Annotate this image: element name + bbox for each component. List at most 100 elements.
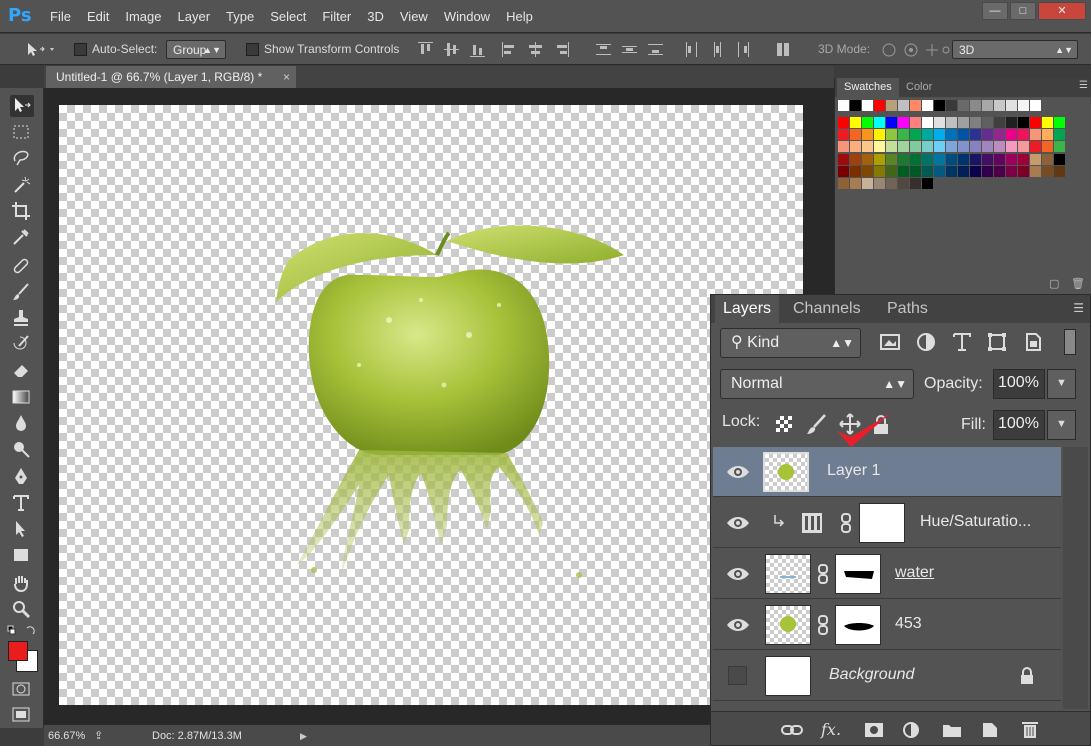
swatch[interactable] xyxy=(1042,117,1053,128)
document-tab[interactable]: Untitled-1 @ 66.7% (Layer 1, RGB/8) * × xyxy=(46,66,296,88)
swatch[interactable] xyxy=(946,165,957,177)
swatch[interactable] xyxy=(850,129,861,141)
swatch[interactable] xyxy=(922,129,933,141)
swatch[interactable] xyxy=(910,153,921,165)
swatch[interactable] xyxy=(994,141,1005,153)
visibility-toggle-off[interactable] xyxy=(728,666,747,685)
swatch[interactable] xyxy=(970,153,981,165)
swatch[interactable] xyxy=(958,100,969,111)
swatch[interactable] xyxy=(898,100,909,111)
eye-icon[interactable] xyxy=(719,610,757,640)
default-colors-icon[interactable] xyxy=(7,625,37,637)
swatch[interactable] xyxy=(910,165,921,177)
menu-layer[interactable]: Layer xyxy=(170,0,219,33)
layer-row-layer1[interactable]: Layer 1 xyxy=(713,447,1061,497)
swatch[interactable] xyxy=(862,165,873,177)
swatch[interactable] xyxy=(970,117,981,128)
swatch[interactable] xyxy=(1018,129,1029,141)
swatch[interactable] xyxy=(946,129,957,141)
distribute-vcenter-icon[interactable] xyxy=(622,42,637,57)
swatch[interactable] xyxy=(934,100,945,111)
menu-select[interactable]: Select xyxy=(262,0,314,33)
swatch[interactable] xyxy=(982,153,993,165)
swatch[interactable] xyxy=(922,100,933,111)
layer-row-water[interactable]: water xyxy=(713,549,1061,599)
swatch[interactable] xyxy=(1006,117,1017,128)
swatch[interactable] xyxy=(874,141,885,153)
swatch[interactable] xyxy=(922,165,933,177)
zoom-level[interactable]: 66.67% xyxy=(48,728,85,744)
swatch[interactable] xyxy=(850,178,861,189)
pixel-filter-icon[interactable] xyxy=(879,331,901,353)
swatch[interactable] xyxy=(934,141,945,153)
swatch[interactable] xyxy=(1054,129,1065,141)
new-layer-icon[interactable] xyxy=(979,720,1001,740)
close-button[interactable]: ✕ xyxy=(1038,2,1086,20)
layer-row-hue-saturation[interactable]: Hue/Saturatio... xyxy=(713,498,1061,548)
swatch[interactable] xyxy=(838,100,849,111)
layer-name[interactable]: 453 xyxy=(895,615,922,633)
swatch[interactable] xyxy=(982,165,993,177)
distribute-right-icon[interactable] xyxy=(736,42,751,57)
swatch[interactable] xyxy=(886,178,897,189)
add-mask-icon[interactable] xyxy=(863,720,885,740)
swatch[interactable] xyxy=(994,100,1005,111)
swatch[interactable] xyxy=(886,141,897,153)
swatch[interactable] xyxy=(862,178,873,189)
eye-icon[interactable] xyxy=(719,508,757,538)
align-bottom-icon[interactable] xyxy=(470,42,485,57)
swatch[interactable] xyxy=(910,100,921,111)
swatch[interactable] xyxy=(946,141,957,153)
panel-menu-icon[interactable]: ☰ xyxy=(1079,80,1088,91)
dodge-icon[interactable] xyxy=(10,438,34,460)
swatch[interactable] xyxy=(958,117,969,128)
swatch[interactable] xyxy=(874,100,885,111)
new-group-icon[interactable] xyxy=(941,720,963,740)
layer-style-fx-icon[interactable]: fx. xyxy=(821,720,843,740)
tab-layers[interactable]: Layers xyxy=(715,295,780,323)
layer-mask-thumbnail[interactable] xyxy=(835,605,881,645)
swatch[interactable] xyxy=(874,129,885,141)
gradient-icon[interactable] xyxy=(10,386,34,408)
swatch[interactable] xyxy=(1018,165,1029,177)
status-menu-arrow-icon[interactable]: ▶ xyxy=(300,728,307,744)
blend-mode-dropdown[interactable]: Normal ▲▼ xyxy=(720,369,914,399)
layer-mask-thumbnail[interactable] xyxy=(835,554,881,594)
document-canvas[interactable] xyxy=(59,105,803,705)
swatch[interactable] xyxy=(862,117,873,128)
swatch[interactable] xyxy=(958,153,969,165)
swatch[interactable] xyxy=(994,165,1005,177)
stamp-icon[interactable] xyxy=(10,307,34,329)
menu-type[interactable]: Type xyxy=(218,0,262,33)
swatch[interactable] xyxy=(838,117,849,128)
swatch[interactable] xyxy=(970,100,981,111)
swatch[interactable] xyxy=(1018,100,1029,111)
swatch[interactable] xyxy=(838,165,849,177)
eyedropper-icon[interactable] xyxy=(10,226,34,248)
swatch[interactable] xyxy=(922,153,933,165)
blur-icon[interactable] xyxy=(10,412,34,434)
layer-row-453[interactable]: 453 xyxy=(713,600,1061,650)
type-filter-icon[interactable] xyxy=(951,331,973,353)
swatch[interactable] xyxy=(850,141,861,153)
swatch[interactable] xyxy=(958,141,969,153)
screen-mode-icon[interactable] xyxy=(10,704,34,726)
layer-mask-thumbnail[interactable] xyxy=(859,503,905,543)
swatch[interactable] xyxy=(1030,165,1041,177)
swatch[interactable] xyxy=(1018,153,1029,165)
export-icon[interactable]: ⇪ xyxy=(94,728,108,744)
workspace-dropdown[interactable]: 3D ▲▼ xyxy=(952,40,1078,59)
swatch[interactable] xyxy=(886,153,897,165)
eraser-icon[interactable] xyxy=(10,359,34,381)
adjustment-filter-icon[interactable] xyxy=(915,331,937,353)
swatch[interactable] xyxy=(994,153,1005,165)
layer-row-background[interactable]: Background xyxy=(713,651,1061,701)
swatch[interactable] xyxy=(886,165,897,177)
swatch[interactable] xyxy=(874,153,885,165)
layer-name[interactable]: water xyxy=(895,564,934,582)
swatch[interactable] xyxy=(838,178,849,189)
auto-select-dropdown[interactable]: Group ▲▼ xyxy=(166,40,226,59)
swatch[interactable] xyxy=(970,129,981,141)
align-right-icon[interactable] xyxy=(554,42,569,57)
swatch[interactable] xyxy=(838,129,849,141)
